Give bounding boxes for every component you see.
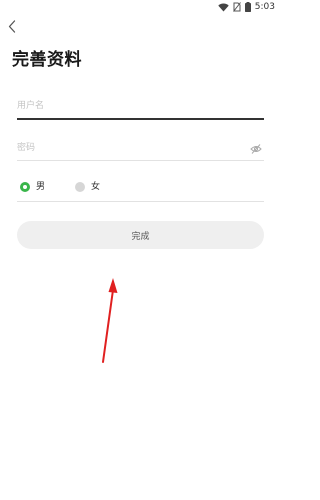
username-field[interactable]: [17, 93, 264, 120]
eye-off-icon[interactable]: [250, 140, 262, 154]
status-time: 5:03: [254, 2, 275, 12]
page-title: 完善资料: [12, 50, 82, 70]
gender-male-label: 男: [36, 182, 46, 192]
gender-option-female[interactable]: 女: [75, 181, 100, 193]
no-sim-icon: [232, 2, 241, 12]
battery-icon: [244, 2, 251, 12]
wifi-icon: [218, 3, 229, 12]
gender-selector: 男 女: [17, 178, 264, 202]
username-underline: [17, 118, 264, 120]
gender-female-label: 女: [91, 182, 101, 192]
radio-checked-icon: [20, 182, 30, 192]
password-underline: [17, 160, 264, 161]
back-button[interactable]: [3, 17, 21, 37]
gender-underline: [17, 201, 264, 202]
submit-button[interactable]: 完成: [17, 221, 264, 249]
annotation-arrow: [102, 278, 118, 363]
password-field[interactable]: [17, 135, 264, 161]
chevron-left-icon: [8, 18, 16, 37]
gender-option-male[interactable]: 男: [20, 181, 45, 193]
radio-unchecked-icon: [75, 182, 85, 192]
status-bar: 5:03: [0, 0, 281, 14]
status-icons: 5:03: [218, 1, 275, 13]
password-input[interactable]: [17, 137, 237, 159]
username-input[interactable]: [17, 95, 237, 117]
